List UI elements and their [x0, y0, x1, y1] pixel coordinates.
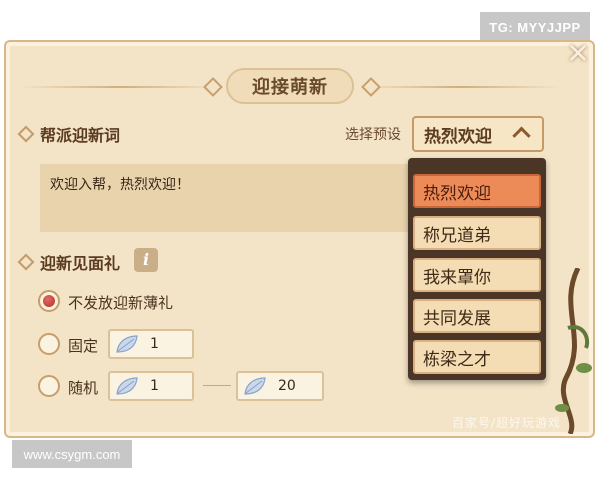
welcome-words-label: 帮派迎新词: [40, 126, 121, 145]
chevron-up-icon: [512, 126, 531, 145]
random-min-value: 1: [150, 378, 159, 394]
title-divider-right: [360, 86, 560, 88]
dropdown-option[interactable]: 称兄道弟: [413, 216, 541, 250]
fixed-amount-value: 1: [150, 336, 159, 352]
preset-label: 选择预设: [345, 127, 401, 143]
window-title: 迎接萌新: [226, 68, 354, 104]
random-max-field[interactable]: 20: [236, 371, 324, 401]
watermark-badge-bottom: www.csygm.com: [12, 440, 132, 468]
welcome-text-input[interactable]: 欢迎入帮，热烈欢迎！: [40, 164, 412, 232]
radio-fixed[interactable]: [38, 333, 60, 355]
preset-select[interactable]: 热烈欢迎: [412, 116, 544, 152]
gift-label: 迎新见面礼: [40, 254, 121, 273]
radio-random[interactable]: [38, 375, 60, 397]
leaf-icon: [116, 377, 138, 395]
source-watermark: 百家号/超好玩游戏: [452, 416, 562, 430]
dropdown-option[interactable]: 栋梁之才: [413, 340, 541, 374]
radio-label-no-gift: 不发放迎新薄礼: [68, 294, 174, 312]
dropdown-option[interactable]: 热烈欢迎: [413, 174, 541, 208]
vine-decoration: [555, 268, 592, 434]
radio-no-gift[interactable]: [38, 290, 60, 312]
random-min-field[interactable]: 1: [108, 371, 194, 401]
leaf-icon: [244, 377, 266, 395]
random-max-value: 20: [278, 378, 296, 394]
dropdown-option[interactable]: 我来罩你: [413, 258, 541, 292]
radio-label-random: 随机: [68, 379, 99, 397]
preset-dropdown: 热烈欢迎 称兄道弟 我来罩你 共同发展 栋梁之才: [408, 158, 546, 380]
close-icon[interactable]: ✕: [562, 38, 594, 70]
title-divider-left: [20, 86, 220, 88]
radio-label-fixed: 固定: [68, 337, 99, 355]
leaf-icon: [116, 335, 138, 353]
info-icon[interactable]: i: [134, 248, 158, 272]
range-separator: [203, 385, 231, 386]
dropdown-option[interactable]: 共同发展: [413, 299, 541, 333]
preset-selected-value: 热烈欢迎: [424, 126, 492, 147]
fixed-amount-field[interactable]: 1: [108, 329, 194, 359]
